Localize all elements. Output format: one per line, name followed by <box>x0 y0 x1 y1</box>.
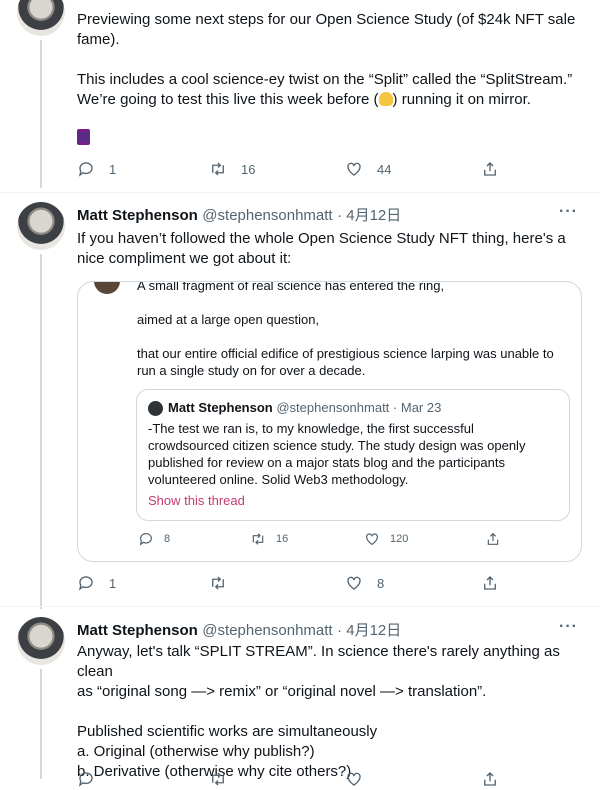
reply-count: 1 <box>109 161 117 177</box>
tweet-text-line: Anyway, let's talk “SPLIT STREAM”. In sc… <box>77 643 560 680</box>
tweet-text-line: We’re going to test this live this week … <box>77 91 531 108</box>
reply-button: 8 <box>138 531 170 547</box>
like-count: 44 <box>377 161 392 177</box>
author-handle[interactable]: @stephensonhmatt <box>202 207 332 224</box>
heart-icon <box>366 533 378 546</box>
tweet-actions <box>77 770 537 790</box>
inner-tweet-text-line: crowdsourced citizen science study. The … <box>148 438 526 453</box>
avatar[interactable] <box>17 617 65 665</box>
more-options-button[interactable]: ··· <box>559 618 578 636</box>
spool-emoji-icon <box>77 129 90 145</box>
reply-button[interactable]: 1 <box>77 574 116 592</box>
tweet-date[interactable]: · 4月12日 <box>337 207 401 224</box>
retweet-icon <box>212 576 224 590</box>
thread-line <box>40 254 42 609</box>
inner-tweet-text-line: volunteered online. Solid Web3 methodolo… <box>148 472 409 487</box>
reply-count: 8 <box>164 533 171 545</box>
tweet-text-line: fame). <box>77 31 120 48</box>
thread-line <box>40 669 42 779</box>
heart-icon <box>347 772 361 786</box>
heart-icon <box>347 576 361 590</box>
share-button[interactable] <box>481 160 499 178</box>
share-icon <box>484 576 496 590</box>
like-button[interactable]: 44 <box>345 160 391 178</box>
retweet-count: 16 <box>276 533 289 545</box>
quote-text-line: that our entire official edifice of pres… <box>137 346 554 361</box>
reply-icon <box>78 162 93 177</box>
reply-icon <box>78 772 93 787</box>
tweet-text-line: If you haven’t followed the whole Open S… <box>77 230 566 247</box>
quoted-image[interactable]: A small fragment of real science has ent… <box>77 281 582 562</box>
quote-text-line: aimed at a large open question, <box>137 312 320 327</box>
retweet-button[interactable] <box>209 770 227 788</box>
tweet-text: Anyway, let's talk “SPLIT STREAM”. In sc… <box>77 642 592 782</box>
tweet-actions: 1 8 <box>77 574 537 594</box>
show-thread-link[interactable]: Show this thread <box>148 492 245 509</box>
like-button[interactable]: 8 <box>345 574 384 592</box>
share-button <box>485 531 501 547</box>
tweet-actions: 1 16 44 <box>77 160 537 180</box>
tweet-text-line: as “original song —> remix” or “original… <box>77 683 487 700</box>
tweet-date: · Mar 23 <box>392 400 442 415</box>
inner-tweet-header: Matt Stephenson @stephensonhmatt · Mar 2… <box>168 400 441 415</box>
share-icon <box>487 532 499 545</box>
tweet-header: Matt Stephenson @stephensonhmatt · 4月12日 <box>77 204 401 225</box>
inner-tweet-text-line: -The test we ran is, to my knowledge, th… <box>148 421 474 436</box>
divider <box>0 192 600 193</box>
share-button[interactable] <box>481 574 499 592</box>
quote-text-line: run a single study on for over a decade. <box>137 363 366 378</box>
tweet-text-line: This includes a cool science-ey twist on… <box>77 71 573 88</box>
inner-tweet-text-line: published for review on a major stats bl… <box>148 455 505 470</box>
author-name[interactable]: Matt Stephenson <box>77 622 198 639</box>
reply-count: 1 <box>109 575 117 591</box>
divider <box>0 606 600 607</box>
tweet-text: Previewing some next steps for our Open … <box>77 10 587 110</box>
share-icon <box>484 772 496 786</box>
tweet-text: If you haven’t followed the whole Open S… <box>77 229 587 269</box>
quoted-tweet-actions: 8 16 120 <box>138 531 508 549</box>
reply-button[interactable] <box>77 770 95 788</box>
reply-icon <box>139 533 152 546</box>
author-name[interactable]: Matt Stephenson <box>77 207 198 224</box>
reply-button[interactable]: 1 <box>77 160 116 178</box>
tweet-text-line: Published scientific works are simultane… <box>77 723 378 740</box>
quote-text-line: A small fragment of real science has ent… <box>137 281 445 293</box>
tweet-text-line: nice compliment we got about it: <box>77 250 292 267</box>
retweet-icon <box>212 772 224 786</box>
tweet-text-line: Previewing some next steps for our Open … <box>77 11 576 28</box>
avatar[interactable] <box>17 0 65 36</box>
more-options-button[interactable]: ··· <box>559 203 578 221</box>
like-button[interactable] <box>345 770 363 788</box>
like-count: 8 <box>377 575 385 591</box>
author-name: Matt Stephenson <box>168 400 273 415</box>
like-button: 120 <box>364 531 408 547</box>
retweet-icon <box>252 533 264 545</box>
retweet-count: 16 <box>241 161 256 177</box>
hand-emoji-icon <box>378 92 393 106</box>
tweet-header: Matt Stephenson @stephensonhmatt · 4月12日 <box>77 619 401 640</box>
quote-avatar <box>94 282 120 294</box>
share-icon <box>484 162 496 176</box>
retweet-button: 16 <box>250 531 288 547</box>
tweet-date[interactable]: · 4月12日 <box>337 622 401 639</box>
reply-icon <box>78 576 93 591</box>
retweet-button[interactable] <box>209 574 241 592</box>
author-handle: @stephensonhmatt <box>276 400 390 415</box>
heart-icon <box>347 162 361 176</box>
tweet-text-line: a. Original (otherwise why publish?) <box>77 743 315 760</box>
retweet-button[interactable]: 16 <box>209 160 255 178</box>
like-count: 120 <box>390 533 409 545</box>
retweet-icon <box>212 162 224 176</box>
avatar <box>148 401 163 416</box>
thread-line <box>40 40 42 188</box>
author-handle[interactable]: @stephensonhmatt <box>202 622 332 639</box>
avatar[interactable] <box>17 202 65 250</box>
inner-quoted-tweet[interactable]: Matt Stephenson @stephensonhmatt · Mar 2… <box>136 389 570 521</box>
share-button[interactable] <box>481 770 499 788</box>
